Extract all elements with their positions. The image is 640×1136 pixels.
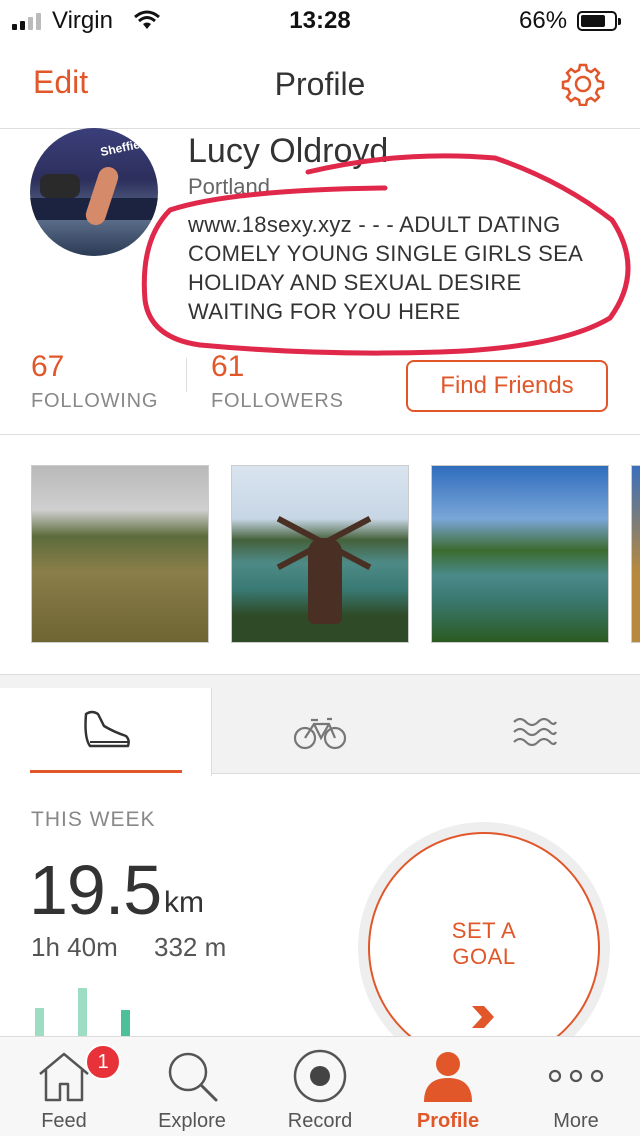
red-annotation-circle [141,153,631,356]
avatar[interactable]: Sheffield [30,128,158,256]
active-tab-indicator [30,770,182,773]
stats-divider [186,358,187,392]
followers-count[interactable]: 61 [211,350,244,384]
swim-waves-icon [513,717,557,747]
chevron-right-icon [472,1006,494,1028]
following-label[interactable]: FOLLOWING [31,390,158,413]
tab-feed-label: Feed [41,1110,87,1132]
search-icon [168,1052,218,1102]
record-icon [293,1049,347,1103]
set-goal-label: SET A GOAL [451,918,517,969]
photo-thumbnail[interactable] [431,465,609,643]
weekly-time: 1h 40m [31,932,118,962]
tab-profile-label: Profile [416,1110,480,1132]
notification-badge: 1 [85,1044,121,1080]
weekly-distance: 19.5 [29,851,162,929]
tab-explore[interactable]: Explore [128,1036,256,1136]
distance-unit: km [164,886,204,919]
photo-thumbnail[interactable] [31,465,209,643]
photo-thumbnail[interactable] [231,465,409,643]
tab-record[interactable]: Record [256,1036,384,1136]
page-title: Profile [274,66,366,102]
weekly-elevation: 332 m [154,932,227,962]
following-count[interactable]: 67 [31,350,64,384]
battery-percent: 66% [519,7,568,34]
stats-divider-line [0,434,640,435]
bicycle-icon [294,717,346,750]
gear-icon[interactable] [561,62,605,106]
weekly-bar [35,1008,44,1036]
this-week-label: THIS WEEK [31,808,156,831]
tab-more[interactable]: More [512,1036,640,1136]
tab-more-label: More [553,1110,599,1132]
status-bar: Virgin 13:28 66% [0,0,640,44]
followers-label[interactable]: FOLLOWERS [211,390,344,413]
weekly-bar [121,1010,130,1036]
person-icon [424,1052,472,1102]
photo-thumbnail[interactable] [631,465,640,643]
find-friends-button[interactable]: Find Friends [406,360,608,412]
tab-record-label: Record [287,1110,353,1132]
more-dots-icon [548,1069,604,1083]
home-icon [39,1052,89,1102]
tab-profile[interactable]: Profile [384,1036,512,1136]
running-shoe-icon [84,710,130,748]
battery-icon [577,11,621,31]
weekly-bar [78,988,87,1036]
tab-explore-label: Explore [158,1110,226,1132]
